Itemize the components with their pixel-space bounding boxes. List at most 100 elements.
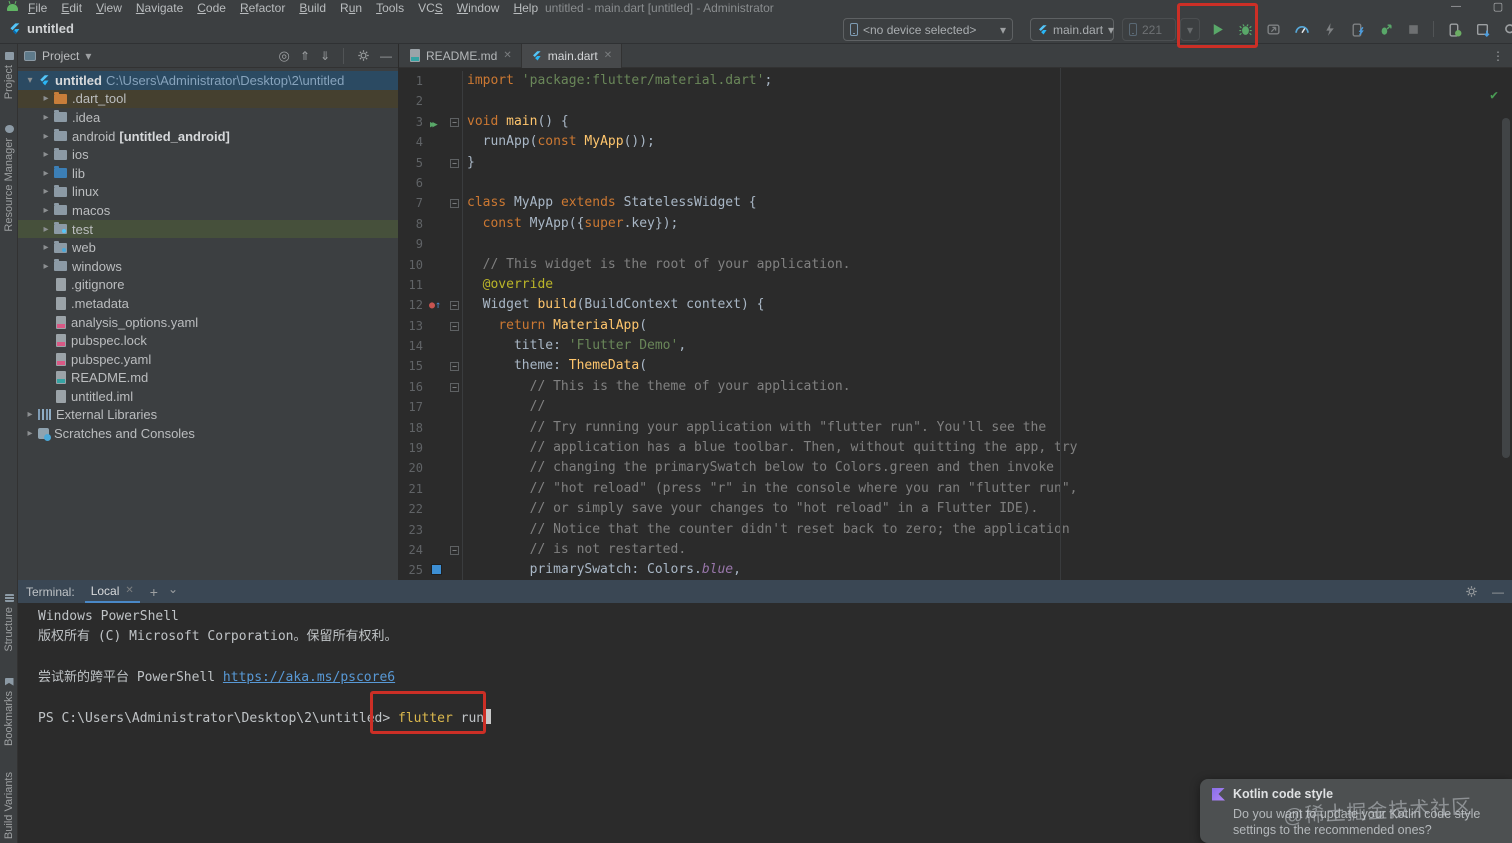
fold-marker-icon[interactable]: − (450, 199, 459, 209)
devtools-button[interactable] (1290, 18, 1312, 40)
fold-marker-icon[interactable]: − (450, 362, 459, 372)
menu-edit[interactable]: Edit (61, 1, 82, 15)
close-icon[interactable] (125, 585, 133, 596)
menu-refactor[interactable]: Refactor (240, 1, 285, 15)
tree-item-label: untitled.iml (71, 388, 134, 404)
fold-marker-icon[interactable]: − (450, 382, 459, 392)
fold-marker-icon[interactable]: − (450, 545, 459, 555)
line-number: 25 (408, 563, 423, 578)
tree-item[interactable]: untitled.iml (18, 387, 398, 406)
more-options-icon[interactable] (1492, 49, 1504, 63)
tree-item[interactable]: .gitignore (18, 276, 398, 295)
tree-item[interactable]: analysis_options.yaml (18, 313, 398, 332)
hot-reload-button[interactable] (1318, 18, 1340, 40)
menu-help[interactable]: Help (513, 1, 538, 15)
tree-item[interactable]: .metadata (18, 294, 398, 313)
flutter-attach-button[interactable] (1374, 18, 1396, 40)
device-manager-button[interactable] (1443, 18, 1465, 40)
menu-vcs[interactable]: VCS (418, 1, 443, 15)
tree-item[interactable]: web (18, 238, 398, 257)
tree-item[interactable]: .idea (18, 108, 398, 127)
tree-item-suffix: C:\Users\Administrator\Desktop\2\untitle… (105, 72, 345, 88)
stripe-project[interactable]: Project (3, 52, 15, 99)
maximize-button[interactable] (1490, 0, 1506, 15)
tree-item[interactable]: windows (18, 257, 398, 276)
tree-item[interactable]: test (18, 219, 398, 239)
menu-build[interactable]: Build (299, 1, 326, 15)
menu-navigate[interactable]: Navigate (136, 1, 183, 15)
fold-marker-icon[interactable]: − (450, 117, 459, 127)
tree-item[interactable]: pubspec.yaml (18, 350, 398, 369)
tab-main-dart[interactable]: main.dart (521, 43, 623, 68)
stripe-bookmarks[interactable]: Bookmarks (3, 677, 15, 746)
color-swatch-icon[interactable] (431, 564, 442, 576)
gutter-icons (429, 255, 447, 275)
profile-button[interactable] (1262, 18, 1284, 40)
gutter-icons (429, 275, 447, 295)
line-number: 9 (415, 237, 423, 252)
stop-button[interactable] (1402, 18, 1424, 40)
close-icon[interactable] (503, 50, 511, 61)
chevron-down-icon[interactable] (168, 585, 178, 599)
terminal-text: 版权所有 (C) Microsoft Corporation。保留所有权利。 (38, 629, 398, 645)
collapse-all-icon[interactable] (320, 49, 330, 63)
menu-file[interactable]: File (28, 1, 47, 15)
close-icon[interactable] (604, 50, 612, 61)
menu-code[interactable]: Code (197, 1, 226, 15)
file-icon (56, 296, 66, 310)
hide-panel-icon[interactable] (1492, 585, 1504, 599)
device-selector-value: <no device selected> (863, 22, 977, 37)
tree-item[interactable]: Scratches and Consoles (18, 424, 398, 443)
tree-item[interactable]: android[untitled_android] (18, 127, 398, 146)
locate-file-icon[interactable] (279, 48, 290, 64)
override-icon[interactable]: ●↑ (429, 297, 441, 312)
tree-item[interactable]: ios (18, 145, 398, 164)
tree-item[interactable]: README.md (18, 369, 398, 388)
device-selector[interactable]: <no device selected> (843, 18, 1013, 41)
tree-item[interactable]: pubspec.lock (18, 331, 398, 350)
tree-item[interactable]: macos (18, 201, 398, 220)
gear-icon[interactable] (357, 49, 370, 62)
tree-item[interactable]: untitledC:\Users\Administrator\Desktop\2… (18, 71, 398, 90)
project-view-selector[interactable]: Project (42, 49, 79, 63)
resource-manager-icon (4, 125, 14, 134)
new-terminal-icon[interactable] (150, 584, 158, 600)
code-editor[interactable]: 1 import 'package:flutter/material.dart';… (399, 68, 1512, 580)
tree-item[interactable]: External Libraries (18, 406, 398, 425)
menu-view[interactable]: View (96, 1, 122, 15)
gear-icon[interactable] (1465, 585, 1478, 598)
fold-marker-icon[interactable]: − (450, 158, 459, 168)
expand-all-icon[interactable] (300, 49, 310, 63)
editor-scrollbar[interactable] (1502, 118, 1510, 458)
terminal-output[interactable]: Windows PowerShell 版权所有 (C) Microsoft Cor… (18, 603, 1512, 729)
menu-tools[interactable]: Tools (376, 1, 404, 15)
search-button[interactable] (1499, 18, 1512, 40)
menu-window[interactable]: Window (457, 1, 500, 15)
tree-item[interactable]: linux (18, 183, 398, 202)
code-line: 18 // Try running your application with … (399, 417, 1512, 439)
stripe-build-variants[interactable]: Build Variants (3, 772, 15, 839)
breadcrumb[interactable]: untitled (8, 21, 74, 36)
stop-icon (1408, 24, 1418, 34)
fold-marker-icon[interactable]: − (450, 321, 459, 331)
sdk-manager-button[interactable] (1471, 18, 1493, 40)
fold-marker-icon[interactable]: − (450, 301, 459, 311)
attach-debugger-button[interactable] (1346, 18, 1368, 40)
terminal-tab-local[interactable]: Local (84, 580, 140, 603)
breadcrumb-project[interactable]: untitled (27, 21, 74, 36)
tree-item[interactable]: .dart_tool (18, 89, 398, 109)
tree-item[interactable]: lib (18, 164, 398, 183)
stripe-resource-manager[interactable]: Resource Manager (3, 125, 15, 232)
tab-readme[interactable]: README.md (399, 43, 522, 68)
terminal-link[interactable]: https://aka.ms/pscore6 (223, 670, 395, 685)
stripe-structure[interactable]: Structure (3, 594, 15, 652)
terminal-line: 尝试新的跨平台 PowerShell https://aka.ms/pscore… (38, 668, 1512, 688)
folder-icon (54, 184, 67, 197)
run-config-selector[interactable]: main.dart (1030, 18, 1114, 41)
structure-icon (4, 594, 14, 602)
chevron-down-icon[interactable] (85, 49, 91, 63)
hide-panel-icon[interactable] (380, 49, 392, 63)
menu-run[interactable]: Run (340, 1, 362, 15)
minimize-button[interactable] (1448, 0, 1464, 15)
